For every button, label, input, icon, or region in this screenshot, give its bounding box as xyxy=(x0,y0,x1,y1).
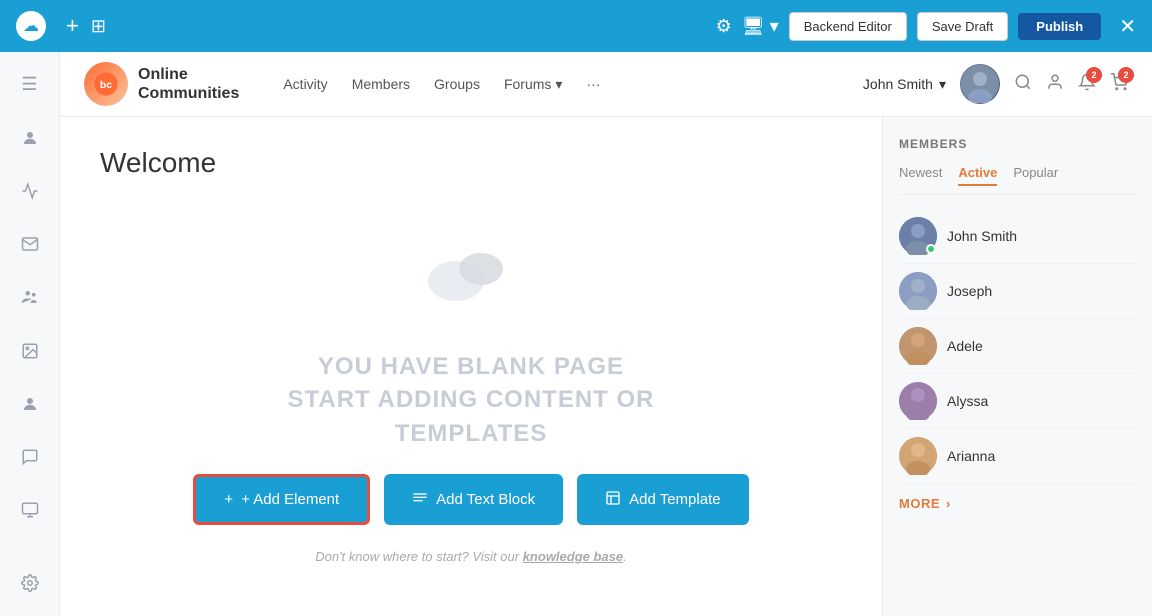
chevron-right-icon: › xyxy=(946,496,951,511)
user-avatar[interactable] xyxy=(960,64,1000,104)
sidebar-inbox-icon[interactable] xyxy=(12,228,48,261)
member-item: Alyssa xyxy=(899,374,1136,429)
blank-icon xyxy=(426,241,516,326)
cart-badge: 2 xyxy=(1118,67,1134,83)
member-avatar-arianna xyxy=(899,437,937,475)
action-buttons: + + Add Element Add Text Block xyxy=(193,474,748,525)
member-item: Joseph xyxy=(899,264,1136,319)
member-avatar-john xyxy=(899,217,937,255)
sidebar-user-icon[interactable] xyxy=(12,121,48,154)
sidebar-activity-icon[interactable] xyxy=(12,174,48,207)
close-icon[interactable]: ✕ xyxy=(1119,14,1136,39)
member-avatar-alyssa xyxy=(899,382,937,420)
backend-editor-button[interactable]: Backend Editor xyxy=(789,12,907,41)
add-text-block-button[interactable]: Add Text Block xyxy=(384,474,563,525)
sidebar-menu-icon[interactable]: ☰ xyxy=(12,68,48,101)
user-avatar-img xyxy=(960,64,1000,104)
member-item: Arianna xyxy=(899,429,1136,484)
forums-chevron-icon: ▾ xyxy=(555,76,562,93)
member-avatar-adele xyxy=(899,327,937,365)
members-tab-newest[interactable]: Newest xyxy=(899,165,942,186)
blank-section: YOU HAVE BLANK PAGE START ADDING CONTENT… xyxy=(100,219,842,586)
member-item: Adele xyxy=(899,319,1136,374)
member-name[interactable]: Arianna xyxy=(947,448,995,464)
main-layout: ☰ xyxy=(0,52,1152,616)
content-area: bc OnlineCommunities Activity Members Gr… xyxy=(60,52,1152,616)
knowledge-base-link[interactable]: knowledge base xyxy=(523,549,623,564)
logo-icon: ☁ xyxy=(23,16,39,36)
inbox-icon[interactable] xyxy=(1046,73,1064,96)
sidebar-settings-icon[interactable] xyxy=(12,567,48,600)
blank-page-message: YOU HAVE BLANK PAGE START ADDING CONTENT… xyxy=(288,350,655,451)
online-indicator xyxy=(926,244,936,254)
member-name[interactable]: Alyssa xyxy=(947,393,988,409)
site-logo-text: OnlineCommunities xyxy=(138,65,239,103)
nav-activity[interactable]: Activity xyxy=(275,72,335,96)
member-name[interactable]: John Smith xyxy=(947,228,1017,244)
publish-button[interactable]: Publish xyxy=(1018,13,1101,40)
monitor-icon[interactable]: 🖥 ▾ xyxy=(742,16,779,37)
sidebar-groups-icon[interactable] xyxy=(12,281,48,314)
right-sidebar: MEMBERS Newest Active Popular John Smith xyxy=(882,117,1152,616)
sidebar-person-icon[interactable] xyxy=(12,387,48,420)
nav-groups[interactable]: Groups xyxy=(426,72,488,96)
template-icon xyxy=(605,490,621,510)
member-item: John Smith xyxy=(899,209,1136,264)
nav-more[interactable]: ··· xyxy=(578,72,608,96)
members-tabs: Newest Active Popular xyxy=(899,165,1136,195)
left-sidebar: ☰ xyxy=(0,52,60,616)
members-tab-popular[interactable]: Popular xyxy=(1013,165,1058,186)
page-title: Welcome xyxy=(100,147,842,179)
site-logo: bc OnlineCommunities xyxy=(84,62,239,106)
site-logo-circle: bc xyxy=(84,62,128,106)
user-chevron-icon: ▾ xyxy=(939,76,946,93)
add-button[interactable]: + xyxy=(66,13,79,39)
add-element-button[interactable]: + + Add Element xyxy=(193,474,370,525)
gear-icon[interactable]: ⚙ xyxy=(716,16,732,37)
add-template-button[interactable]: Add Template xyxy=(577,474,748,525)
user-name[interactable]: John Smith ▾ xyxy=(863,76,946,93)
notifications-icon[interactable]: 2 xyxy=(1078,73,1096,96)
nav-members[interactable]: Members xyxy=(344,72,418,96)
more-button[interactable]: MORE › xyxy=(899,496,1136,511)
cart-icon[interactable]: 2 xyxy=(1110,73,1128,96)
member-name[interactable]: Adele xyxy=(947,338,983,354)
members-tab-active[interactable]: Active xyxy=(958,165,997,186)
member-name[interactable]: Joseph xyxy=(947,283,992,299)
notifications-badge: 2 xyxy=(1086,67,1102,83)
sidebar-monitor2-icon[interactable] xyxy=(12,494,48,527)
search-icon[interactable] xyxy=(1014,73,1032,96)
sidebar-image-icon[interactable] xyxy=(12,334,48,367)
page-area: Welcome YOU HAVE BLANK PAGE START ADDING… xyxy=(60,117,1152,616)
top-bar: ☁ + ⊞ ⚙ 🖥 ▾ Backend Editor Save Draft Pu… xyxy=(0,0,1152,52)
add-element-icon: + xyxy=(224,491,233,508)
header-right: John Smith ▾ 2 xyxy=(863,64,1128,104)
hint-text: Don't know where to start? Visit our kno… xyxy=(315,549,627,564)
layout-icon[interactable]: ⊞ xyxy=(91,16,106,37)
svg-text:bc: bc xyxy=(100,80,112,91)
site-header: bc OnlineCommunities Activity Members Gr… xyxy=(60,52,1152,117)
site-nav: Activity Members Groups Forums ▾ ··· xyxy=(275,72,608,97)
text-block-icon xyxy=(412,490,428,510)
members-title: MEMBERS xyxy=(899,137,1136,151)
nav-forums[interactable]: Forums ▾ xyxy=(496,72,570,97)
save-draft-button[interactable]: Save Draft xyxy=(917,12,1008,41)
top-bar-right: ⚙ 🖥 ▾ Backend Editor Save Draft Publish … xyxy=(716,12,1136,41)
app-logo: ☁ xyxy=(16,11,46,41)
member-avatar-joseph xyxy=(899,272,937,310)
sidebar-chat-icon[interactable] xyxy=(12,440,48,473)
main-content: Welcome YOU HAVE BLANK PAGE START ADDING… xyxy=(60,117,882,616)
